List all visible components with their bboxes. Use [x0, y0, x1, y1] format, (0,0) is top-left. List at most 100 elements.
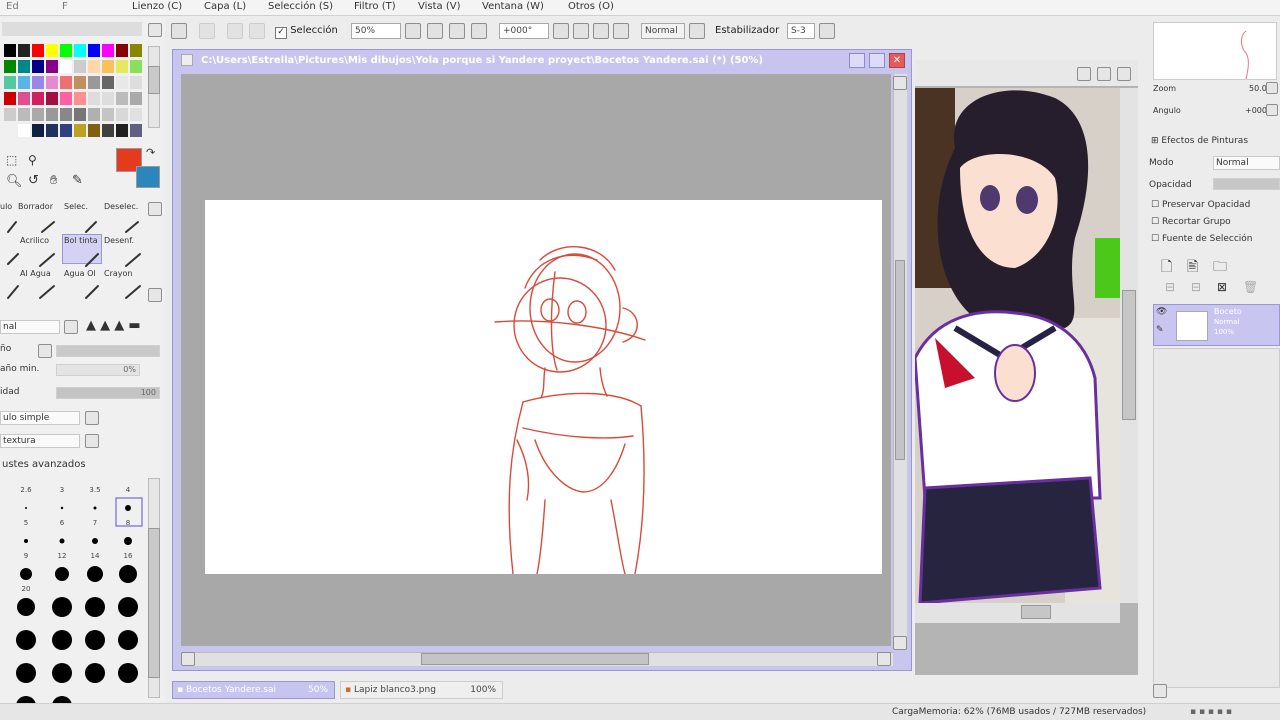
scroll-right-button[interactable]	[877, 652, 891, 666]
reference-hscroll-thumb[interactable]	[1021, 605, 1051, 619]
tool-pencil-label[interactable]: ulo	[0, 202, 12, 211]
menu-item-layer[interactable]: Capa (L)	[204, 0, 246, 14]
color-swatches[interactable]	[0, 42, 146, 142]
menu-item-filter[interactable]: Filtro (T)	[354, 0, 396, 14]
layer-lock-icon[interactable]: ✎	[1156, 325, 1164, 335]
min-size-slider[interactable]: 0%	[56, 364, 140, 376]
size-slider[interactable]	[56, 345, 160, 357]
menu-item-view[interactable]: Vista (V)	[418, 0, 460, 14]
tool-select-label[interactable]: Selec.	[64, 202, 88, 211]
navigator-zoom-button[interactable]	[1266, 82, 1278, 94]
tool-eraser-label[interactable]: Borrador	[18, 202, 53, 211]
undo-button[interactable]	[171, 23, 187, 39]
brush-size-scroll-thumb[interactable]	[148, 528, 160, 678]
rotation-field[interactable]: +000°	[499, 23, 549, 39]
menu-item-selection[interactable]: Selección (S)	[268, 0, 333, 14]
rotate-reset-button[interactable]	[613, 23, 629, 39]
clip-group-option[interactable]: ☐ Recortar Grupo	[1151, 217, 1231, 227]
brush-mode-dropdown[interactable]	[64, 320, 78, 334]
color-wheel-tabs[interactable]	[2, 22, 142, 36]
blend-mode-select[interactable]: Normal	[641, 23, 685, 39]
rotate-left-button[interactable]	[573, 23, 589, 39]
layer-list-scroll-button[interactable]	[1153, 684, 1167, 698]
tab-lapiz-blanco[interactable]: ▪ Lapiz blanco3.png 100%	[340, 681, 503, 699]
zoom-tool-icon[interactable]: 🔍︎	[6, 174, 23, 189]
rotate-tool-icon[interactable]: ↺	[28, 173, 39, 188]
selection-source-option[interactable]: ☐ Fuente de Selección	[1151, 234, 1253, 244]
brush-size-dots[interactable]: 2.6 3 3.5 45 6 7 89 12 14 1620	[0, 478, 146, 716]
drawing-paper[interactable]	[205, 200, 882, 575]
clip-group-checkbox[interactable]: ☐	[1151, 217, 1162, 227]
brush-shape-icons[interactable]: ▲ ▲ ▲ ▬	[86, 318, 141, 333]
close-icon[interactable]: ✕	[889, 53, 905, 68]
new-folder-icon[interactable]: 🗀︎	[1213, 256, 1227, 280]
stabilizer-select[interactable]: S-3	[787, 23, 815, 39]
menu-item-others[interactable]: Otros (O)	[568, 0, 614, 14]
reference-maximize-button[interactable]	[1097, 67, 1111, 81]
swap-colors-icon[interactable]: ↷	[146, 146, 155, 159]
preserve-opacity-checkbox[interactable]: ☐	[1151, 200, 1162, 210]
document-title[interactable]: C:\Users\Estrella\Pictures\Mis dibujos\Y…	[173, 50, 911, 71]
minimize-button[interactable]	[849, 53, 865, 68]
menu-item-canvas[interactable]: Lienzo (C)	[132, 0, 182, 14]
density-slider[interactable]: 100	[56, 387, 160, 399]
rotate-right-button[interactable]	[593, 23, 609, 39]
navigator-angle-button[interactable]	[1266, 104, 1278, 116]
brush-size-grid[interactable]: 2.6 3 3.5 4 5 6 7 8 9 12 14 16 20	[0, 478, 146, 716]
menu-item-window[interactable]: Ventana (W)	[482, 0, 544, 14]
panel-scroll-button[interactable]	[148, 23, 162, 37]
clear-layer-icon[interactable]: ⊠	[1217, 280, 1227, 294]
vertical-scroll-thumb[interactable]	[895, 260, 905, 460]
magic-wand-icon[interactable]: ⚲	[28, 153, 37, 167]
reference-close-button[interactable]	[1117, 67, 1131, 81]
scroll-left-button[interactable]	[181, 652, 195, 666]
preserve-opacity-option[interactable]: ☐ Preservar Opacidad	[1151, 200, 1250, 210]
swatch-scroll-thumb[interactable]	[148, 66, 160, 94]
layer-list[interactable]	[1153, 348, 1280, 688]
flip-button[interactable]	[689, 23, 705, 39]
merge-down-icon[interactable]: ⊟	[1191, 280, 1201, 294]
scroll-up-button[interactable]	[893, 76, 907, 90]
selection-source-checkbox[interactable]: ☐	[1151, 234, 1162, 244]
new-layer-icon[interactable]: 🗋︎	[1161, 256, 1172, 280]
new-linework-layer-icon[interactable]: 🖹︎	[1187, 256, 1198, 280]
tools-scroll-up-button[interactable]	[148, 202, 162, 216]
layer-item-boceto[interactable]: 👁︎ ✎ Boceto Normal 100%	[1153, 304, 1280, 346]
brush-mode-select[interactable]: nal	[0, 320, 60, 334]
zoom-in-button[interactable]	[449, 23, 465, 39]
secondary-color[interactable]	[136, 166, 160, 188]
horizontal-scroll-thumb[interactable]	[421, 653, 649, 665]
redo-button[interactable]	[199, 23, 215, 39]
zoom-field[interactable]: 50%	[351, 23, 401, 39]
layer-visibility-icon[interactable]: 👁︎	[1156, 307, 1167, 317]
select-tool-icon[interactable]: ⬚	[6, 153, 17, 167]
reference-scroll-thumb[interactable]	[1122, 290, 1136, 420]
selection-toggle[interactable]: ✓ Selección	[275, 23, 338, 39]
transfer-down-icon[interactable]: ⊟	[1165, 280, 1175, 294]
rotate-down-button[interactable]	[553, 23, 569, 39]
hand-tool-icon[interactable]: ✋︎	[50, 173, 57, 188]
reference-horizontal-scrollbar[interactable]	[915, 603, 1120, 623]
navigator-preview[interactable]	[1153, 22, 1277, 80]
zoom-out-button[interactable]	[427, 23, 443, 39]
paint-effects-header[interactable]: ⊞ Efectos de Pinturas	[1151, 136, 1248, 146]
delete-layer-icon[interactable]: 🗑︎	[1243, 280, 1258, 294]
reference-image[interactable]	[915, 88, 1120, 603]
eyedropper-icon[interactable]: ✎	[72, 173, 83, 188]
selection-checkbox[interactable]: ✓	[275, 27, 287, 39]
brush-shape-dropdown[interactable]	[85, 411, 99, 425]
canvas-area[interactable]	[181, 74, 891, 646]
deselect-button[interactable]	[227, 23, 243, 39]
menu-item-edit[interactable]: Ed	[6, 0, 19, 14]
zoom-down-button[interactable]	[405, 23, 421, 39]
menu-item-image[interactable]: F	[62, 0, 68, 14]
layer-mode-select[interactable]: Normal	[1213, 156, 1280, 170]
zoom-reset-button[interactable]	[471, 23, 487, 39]
scroll-down-button[interactable]	[893, 636, 907, 650]
brush-shape-select[interactable]: ulo simple	[0, 411, 80, 425]
advanced-settings-label[interactable]: ustes avanzados	[2, 459, 86, 470]
tool-deselect-label[interactable]: Deselec.	[104, 202, 138, 211]
invert-selection-button[interactable]	[249, 23, 265, 39]
reference-minimize-button[interactable]	[1077, 67, 1091, 81]
layer-opacity-slider[interactable]	[1213, 178, 1280, 190]
